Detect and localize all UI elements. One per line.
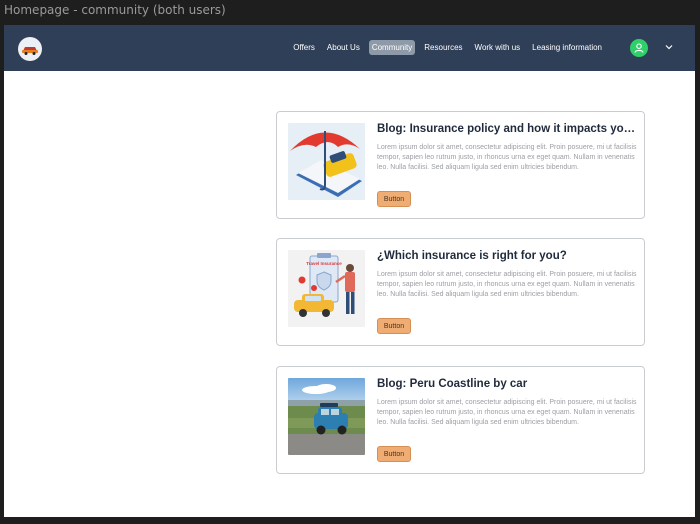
card-body: Lorem ipsum dolor sit amet, consectetur … [377, 399, 637, 426]
umbrella-car-illustration [288, 123, 365, 200]
nav-link-leasing-information[interactable]: Leasing information [529, 40, 605, 55]
card-title: Blog: Insurance policy and how it impact… [377, 123, 639, 135]
card-button[interactable]: Button [377, 446, 411, 462]
frame-title: Homepage - community (both users) [4, 3, 226, 17]
user-icon [634, 43, 644, 53]
brand-logo[interactable] [18, 37, 42, 61]
chevron-down-icon[interactable] [664, 42, 674, 52]
page-canvas: Offers About Us Community Resources Work… [4, 25, 695, 517]
blog-card: Blog: Peru Coastline by car Lorem ipsum … [276, 366, 645, 474]
navbar: Offers About Us Community Resources Work… [4, 25, 695, 71]
nav-link-offers[interactable]: Offers [290, 40, 318, 55]
nav-links: Offers About Us Community Resources Work… [290, 40, 605, 55]
card-body: Lorem ipsum dolor sit amet, consectetur … [377, 144, 637, 171]
card-button[interactable]: Button [377, 318, 411, 334]
blog-card: Blog: Insurance policy and how it impact… [276, 111, 645, 219]
travel-insurance-illustration: Travel Insurance [288, 250, 365, 327]
card-body: Lorem ipsum dolor sit amet, consectetur … [377, 271, 637, 298]
image-caption: Travel Insurance [306, 261, 342, 266]
card-button[interactable]: Button [377, 191, 411, 207]
nav-link-work-with-us[interactable]: Work with us [472, 40, 524, 55]
card-title: Blog: Peru Coastline by car [377, 378, 528, 390]
user-avatar[interactable] [630, 39, 648, 57]
blog-card: Travel Insurance ¿Which insurance is rig… [276, 238, 645, 346]
nav-link-resources[interactable]: Resources [421, 40, 465, 55]
nav-link-community[interactable]: Community [368, 40, 416, 55]
nav-link-about-us[interactable]: About Us [324, 40, 363, 55]
card-title: ¿Which insurance is right for you? [377, 250, 567, 262]
coastline-car-photo [288, 378, 365, 455]
